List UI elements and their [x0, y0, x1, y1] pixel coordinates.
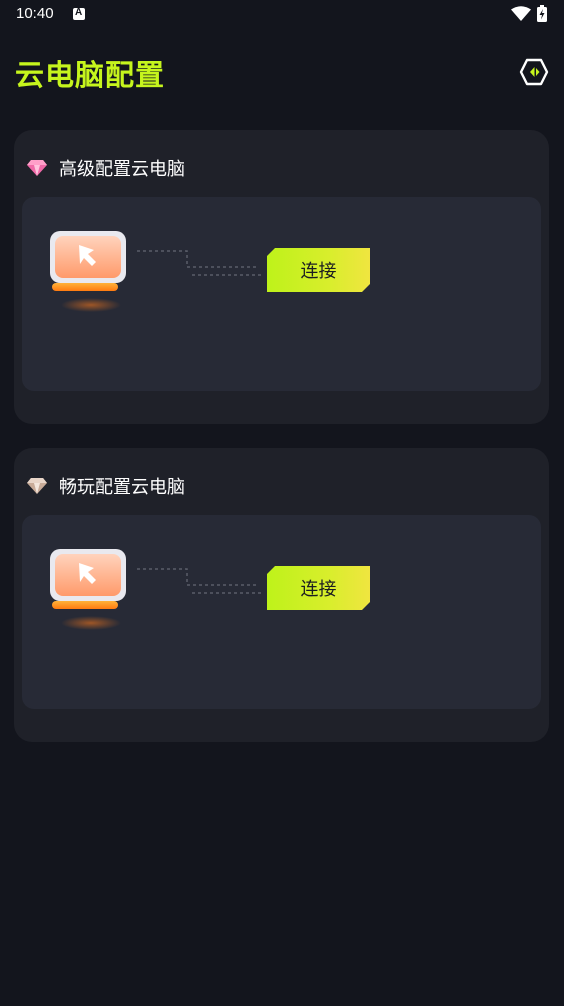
connector-line [137, 568, 262, 594]
battery-charging-icon [537, 5, 547, 22]
status-bar: 10:40 A [0, 0, 564, 30]
settings-button[interactable] [518, 56, 550, 88]
page-title: 云电脑配置 [15, 58, 166, 92]
card-header: 畅玩配置云电脑 [26, 472, 185, 500]
beige-diamond-icon [27, 478, 47, 494]
connector-line [137, 250, 262, 276]
card-header: 高级配置云电脑 [26, 154, 185, 182]
status-time: 10:40 [16, 5, 54, 22]
connect-button[interactable]: 连接 [267, 566, 370, 610]
card-panel: 连接 [22, 197, 541, 391]
card-title: 畅玩配置云电脑 [59, 477, 185, 498]
card-panel: 连接 [22, 515, 541, 709]
hexagon-arrows-icon [519, 58, 549, 86]
connect-button[interactable]: 连接 [267, 248, 370, 292]
computer-cursor-icon [50, 231, 126, 312]
card-title: 高级配置云电脑 [59, 159, 185, 180]
pink-diamond-icon [27, 160, 47, 176]
config-card-premium: 高级配置云电脑 连接 [14, 130, 549, 424]
wifi-icon [511, 6, 531, 21]
config-card-standard: 畅玩配置云电脑 连接 [14, 448, 549, 742]
a-letter-icon: A [73, 7, 85, 20]
computer-cursor-icon [50, 549, 126, 630]
